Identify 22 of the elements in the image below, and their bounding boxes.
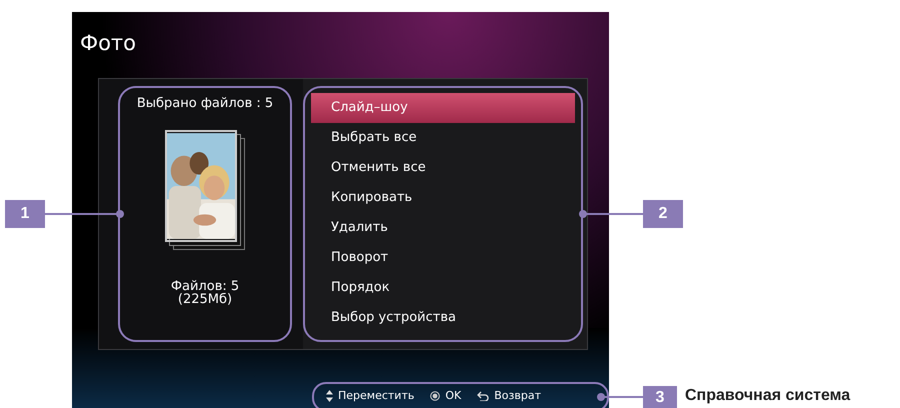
menu-item[interactable]: Поворот (311, 243, 575, 273)
menu-item[interactable]: Выбрать все (311, 123, 575, 153)
return-icon (477, 391, 490, 402)
ok-button-icon (430, 391, 440, 402)
hint-label: Переместить (338, 388, 414, 404)
up-down-icon (326, 390, 333, 402)
callout-number: 2 (643, 200, 683, 228)
hint-label: Возврат (494, 388, 541, 404)
menu-item[interactable]: Копировать (311, 183, 575, 213)
screen-title: Фото (80, 30, 136, 57)
menu-item[interactable]: Порядок (311, 273, 575, 303)
hint-label: OK (445, 388, 462, 404)
file-summary: (225Мб) (178, 292, 232, 306)
callout-number: 3 (643, 386, 677, 408)
selected-count: Выбрано файлов : 5 (136, 95, 274, 113)
menu-item[interactable]: Удалить (311, 213, 575, 243)
callout-label: Справочная система (685, 386, 850, 406)
file-summary: Файлов: 5 (170, 280, 240, 292)
menu-item[interactable]: Выбор устройства (311, 303, 575, 333)
menu-item[interactable]: Слайд–шоу (311, 93, 575, 123)
callout-number: 1 (5, 200, 45, 228)
menu-item[interactable]: Отменить все (311, 153, 575, 183)
